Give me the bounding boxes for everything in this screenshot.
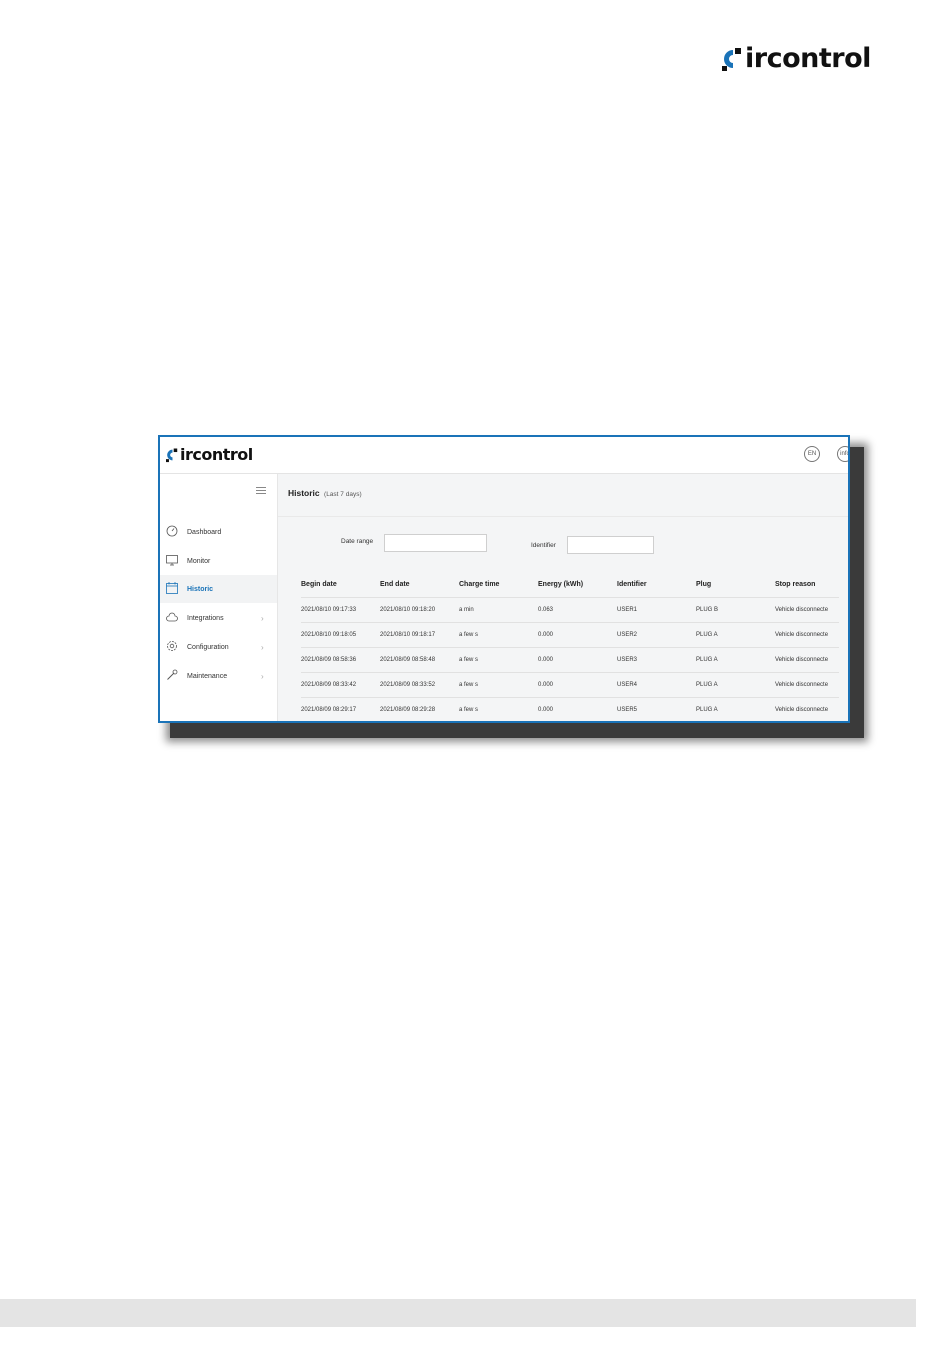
table-cell: 2021/08/10 09:18:05 [301, 622, 380, 648]
column-header[interactable]: Stop reason [775, 571, 839, 598]
table-cell: 2021/08/09 08:33:42 [301, 672, 380, 698]
sidebar-item-label: Dashboard [187, 528, 222, 536]
table-cell: Vehicle disconnecte [775, 672, 839, 698]
date-range-label: Date range [341, 538, 374, 545]
app-logo-mark-icon [166, 447, 179, 463]
sidebar-item-label: Maintenance [187, 672, 228, 680]
sidebar: Dashboard Monitor Historic Integrations … [160, 474, 278, 721]
table-row[interactable]: 2021/08/09 08:58:36 2021/08/09 08:58:48 … [301, 647, 839, 673]
cloud-icon [166, 612, 178, 622]
table-cell: 0.000 [538, 622, 617, 648]
table-cell: PLUG B [696, 597, 775, 623]
app-logo[interactable]: ircontrol [166, 446, 253, 464]
footer-bar [0, 1299, 916, 1327]
table-cell: Vehicle disconnecte [775, 697, 839, 721]
sidebar-item-label: Configuration [187, 643, 229, 651]
table-cell: PLUG A [696, 647, 775, 673]
column-header[interactable]: Identifier [617, 571, 696, 598]
table-cell: a few s [459, 697, 538, 721]
table-row[interactable]: 2021/08/10 09:17:33 2021/08/10 09:18:20 … [301, 597, 839, 623]
table-cell: 0.000 [538, 672, 617, 698]
table-cell: PLUG A [696, 697, 775, 721]
table-header-row: Begin date End date Charge time Energy (… [301, 571, 839, 598]
table-cell: a few s [459, 672, 538, 698]
brand-wordmark: ircontrol [745, 43, 871, 74]
chevron-right-icon: › [261, 642, 264, 652]
sidebar-item-dashboard[interactable]: Dashboard [160, 518, 277, 546]
sidebar-item-historic[interactable]: Historic [160, 575, 277, 603]
table-cell: 2021/08/10 09:17:33 [301, 597, 380, 623]
hamburger-menu-icon[interactable] [256, 487, 266, 494]
identifier-label: Identifier [531, 542, 556, 549]
app-wordmark: ircontrol [180, 445, 253, 464]
table-row[interactable]: 2021/08/09 08:29:17 2021/08/09 08:29:28 … [301, 697, 839, 721]
table-cell: 0.000 [538, 647, 617, 673]
brand-logo: ircontrol [722, 44, 871, 74]
divider [278, 516, 848, 517]
table-row[interactable]: 2021/08/09 08:33:42 2021/08/09 08:33:52 … [301, 672, 839, 698]
app-screenshot: ircontrol EN info Dashboard Monitor Hist… [158, 435, 850, 723]
table-cell: 2021/08/09 08:29:28 [380, 697, 459, 721]
column-header[interactable]: Plug [696, 571, 775, 598]
chevron-right-icon: › [261, 671, 264, 681]
table-cell: Vehicle disconnecte [775, 597, 839, 623]
sidebar-item-label: Monitor [187, 557, 211, 565]
info-button[interactable]: info [837, 446, 848, 462]
language-button[interactable]: EN [804, 446, 820, 462]
table-cell: USER4 [617, 672, 696, 698]
sidebar-item-monitor[interactable]: Monitor [160, 547, 277, 575]
date-range-input[interactable] [384, 534, 487, 552]
table-row[interactable]: 2021/08/10 09:18:05 2021/08/10 09:18:17 … [301, 622, 839, 648]
table-cell: a few s [459, 622, 538, 648]
table-cell: 2021/08/09 08:58:48 [380, 647, 459, 673]
monitor-icon [166, 555, 178, 566]
table-cell: USER5 [617, 697, 696, 721]
table-cell: PLUG A [696, 622, 775, 648]
column-header[interactable]: Charge time [459, 571, 538, 598]
table-cell: 2021/08/10 09:18:20 [380, 597, 459, 623]
table-cell: 2021/08/09 08:33:52 [380, 672, 459, 698]
table-cell: 0.063 [538, 597, 617, 623]
table-cell: 2021/08/09 08:58:36 [301, 647, 380, 673]
table-cell: USER3 [617, 647, 696, 673]
logo-mark-icon [722, 46, 744, 72]
table-cell: 0.000 [538, 697, 617, 721]
table-cell: a few s [459, 647, 538, 673]
sidebar-item-configuration[interactable]: Configuration › [160, 633, 277, 661]
sidebar-item-label: Historic [187, 585, 214, 593]
page-title: Historic (Last 7 days) [288, 488, 362, 498]
sidebar-item-integrations[interactable]: Integrations › [160, 604, 277, 632]
column-header[interactable]: End date [380, 571, 459, 598]
table-cell: Vehicle disconnecte [775, 622, 839, 648]
table-cell: USER1 [617, 597, 696, 623]
page-title-text: Historic [288, 488, 320, 498]
column-header[interactable]: Begin date [301, 571, 380, 598]
chevron-right-icon: › [261, 613, 264, 623]
app-topbar: ircontrol EN info [160, 437, 848, 474]
sidebar-item-maintenance[interactable]: Maintenance › [160, 662, 277, 690]
table-cell: 2021/08/10 09:18:17 [380, 622, 459, 648]
table-cell: Vehicle disconnecte [775, 647, 839, 673]
wrench-icon [167, 669, 178, 680]
calendar-icon [166, 582, 178, 594]
column-header[interactable]: Energy (kWh) [538, 571, 617, 598]
table-cell: USER2 [617, 622, 696, 648]
table-cell: PLUG A [696, 672, 775, 698]
gear-icon [167, 641, 177, 651]
page-subtitle: (Last 7 days) [324, 491, 362, 498]
identifier-input[interactable] [567, 536, 654, 554]
table-cell: a min [459, 597, 538, 623]
table-cell: 2021/08/09 08:29:17 [301, 697, 380, 721]
historic-table: Begin date End date Charge time Energy (… [301, 571, 839, 721]
sidebar-item-label: Integrations [187, 614, 224, 622]
gauge-icon [166, 525, 178, 537]
